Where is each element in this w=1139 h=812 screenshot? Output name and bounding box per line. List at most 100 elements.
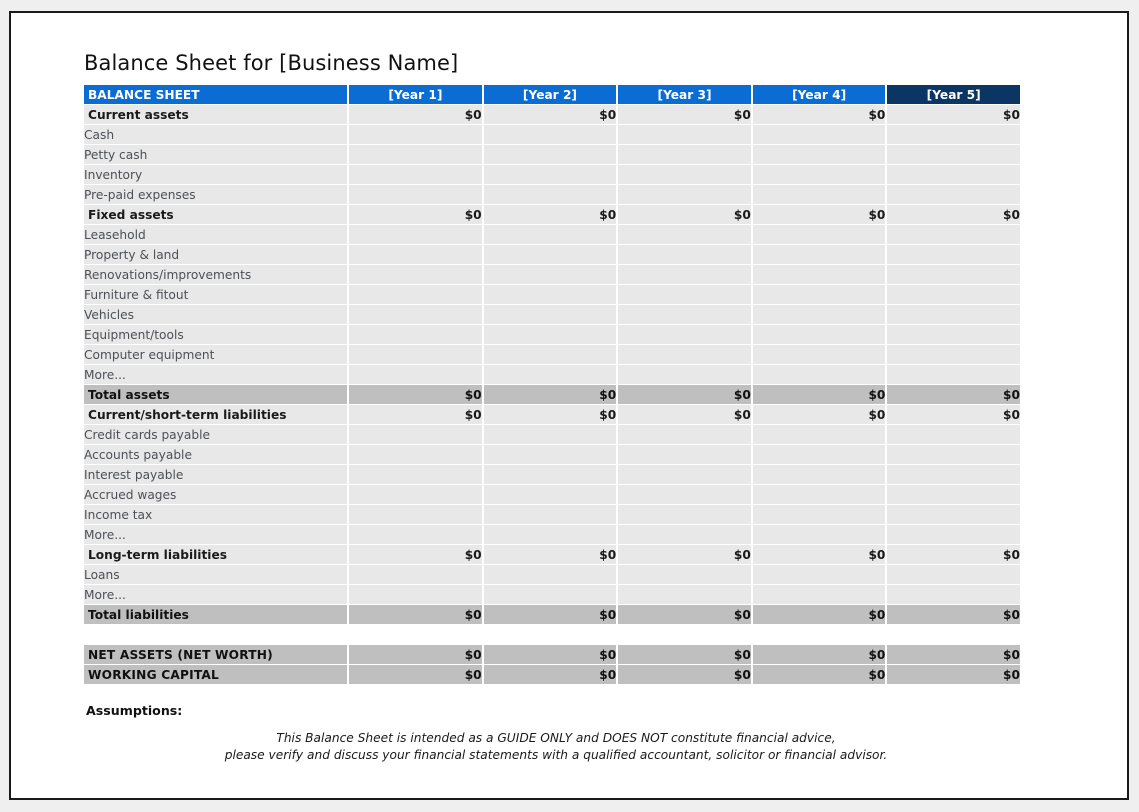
value-cell-year-2[interactable] [483,505,617,524]
value-cell-year-1[interactable] [349,305,482,324]
value-cell-year-1[interactable] [349,365,482,384]
value-cell-year-2[interactable] [483,525,617,544]
value-cell-year-5[interactable] [887,185,1020,204]
value-cell-year-4[interactable] [752,325,886,344]
value-cell-year-4[interactable] [752,365,886,384]
value-cell-year-3[interactable] [618,565,751,584]
value-cell-year-1[interactable] [349,185,482,204]
value-cell-year-4[interactable] [752,585,886,604]
value-cell-year-3[interactable] [618,245,751,264]
value-cell-year-4[interactable] [752,245,886,264]
value-cell-year-2[interactable] [483,325,617,344]
value-cell-year-5[interactable]: $0 [887,605,1020,624]
value-cell-year-1[interactable] [349,165,482,184]
value-cell-year-5[interactable]: $0 [887,405,1020,424]
value-cell-year-3[interactable] [618,145,751,164]
value-cell-year-4[interactable] [752,525,886,544]
value-cell-year-2[interactable] [483,565,617,584]
value-cell-year-5[interactable] [887,125,1020,144]
value-cell-year-5[interactable] [887,245,1020,264]
value-cell-year-3[interactable] [618,525,751,544]
value-cell-year-4[interactable]: $0 [752,605,886,624]
value-cell-year-5[interactable] [887,145,1020,164]
value-cell-year-1[interactable] [349,265,482,284]
value-cell-year-2[interactable]: $0 [483,605,617,624]
value-cell-year-5[interactable] [887,505,1020,524]
value-cell-year-2[interactable] [483,285,617,304]
value-cell-year-4[interactable] [752,265,886,284]
value-cell-year-1[interactable] [349,485,482,504]
value-cell-year-1[interactable]: $0 [349,405,482,424]
value-cell-year-1[interactable] [349,345,482,364]
value-cell-year-1[interactable]: $0 [349,605,482,624]
value-cell-year-2[interactable] [483,165,617,184]
value-cell-year-4[interactable]: $0 [752,645,886,664]
value-cell-year-5[interactable] [887,285,1020,304]
value-cell-year-4[interactable] [752,125,886,144]
value-cell-year-3[interactable] [618,505,751,524]
value-cell-year-3[interactable] [618,445,751,464]
value-cell-year-2[interactable] [483,465,617,484]
value-cell-year-2[interactable] [483,445,617,464]
value-cell-year-1[interactable] [349,525,482,544]
value-cell-year-4[interactable]: $0 [752,205,886,224]
value-cell-year-1[interactable] [349,505,482,524]
value-cell-year-5[interactable] [887,325,1020,344]
value-cell-year-4[interactable]: $0 [752,545,886,564]
value-cell-year-3[interactable] [618,285,751,304]
value-cell-year-5[interactable]: $0 [887,385,1020,404]
value-cell-year-3[interactable] [618,585,751,604]
value-cell-year-5[interactable] [887,365,1020,384]
value-cell-year-5[interactable] [887,165,1020,184]
value-cell-year-5[interactable] [887,345,1020,364]
value-cell-year-1[interactable]: $0 [349,385,482,404]
value-cell-year-3[interactable] [618,185,751,204]
value-cell-year-5[interactable] [887,445,1020,464]
value-cell-year-3[interactable] [618,165,751,184]
value-cell-year-3[interactable] [618,305,751,324]
value-cell-year-2[interactable] [483,145,617,164]
value-cell-year-2[interactable]: $0 [483,205,617,224]
value-cell-year-4[interactable] [752,225,886,244]
value-cell-year-1[interactable]: $0 [349,205,482,224]
value-cell-year-5[interactable] [887,465,1020,484]
value-cell-year-1[interactable] [349,145,482,164]
value-cell-year-3[interactable] [618,485,751,504]
value-cell-year-1[interactable] [349,245,482,264]
value-cell-year-4[interactable]: $0 [752,385,886,404]
value-cell-year-3[interactable]: $0 [618,665,751,684]
value-cell-year-1[interactable] [349,285,482,304]
value-cell-year-2[interactable] [483,305,617,324]
value-cell-year-3[interactable] [618,225,751,244]
value-cell-year-4[interactable]: $0 [752,105,886,124]
value-cell-year-3[interactable] [618,325,751,344]
value-cell-year-2[interactable] [483,485,617,504]
value-cell-year-2[interactable]: $0 [483,545,617,564]
value-cell-year-5[interactable]: $0 [887,105,1020,124]
value-cell-year-3[interactable]: $0 [618,405,751,424]
value-cell-year-4[interactable] [752,425,886,444]
value-cell-year-5[interactable] [887,485,1020,504]
value-cell-year-5[interactable]: $0 [887,665,1020,684]
value-cell-year-4[interactable] [752,185,886,204]
value-cell-year-5[interactable] [887,225,1020,244]
value-cell-year-3[interactable] [618,425,751,444]
value-cell-year-3[interactable]: $0 [618,605,751,624]
value-cell-year-2[interactable] [483,585,617,604]
value-cell-year-5[interactable]: $0 [887,545,1020,564]
value-cell-year-1[interactable] [349,565,482,584]
value-cell-year-4[interactable] [752,445,886,464]
value-cell-year-4[interactable] [752,345,886,364]
value-cell-year-4[interactable] [752,565,886,584]
value-cell-year-4[interactable] [752,165,886,184]
value-cell-year-5[interactable] [887,425,1020,444]
value-cell-year-4[interactable] [752,505,886,524]
value-cell-year-4[interactable] [752,485,886,504]
value-cell-year-2[interactable] [483,265,617,284]
value-cell-year-4[interactable] [752,285,886,304]
value-cell-year-3[interactable] [618,125,751,144]
value-cell-year-3[interactable]: $0 [618,385,751,404]
value-cell-year-4[interactable] [752,305,886,324]
value-cell-year-5[interactable] [887,565,1020,584]
value-cell-year-1[interactable] [349,445,482,464]
